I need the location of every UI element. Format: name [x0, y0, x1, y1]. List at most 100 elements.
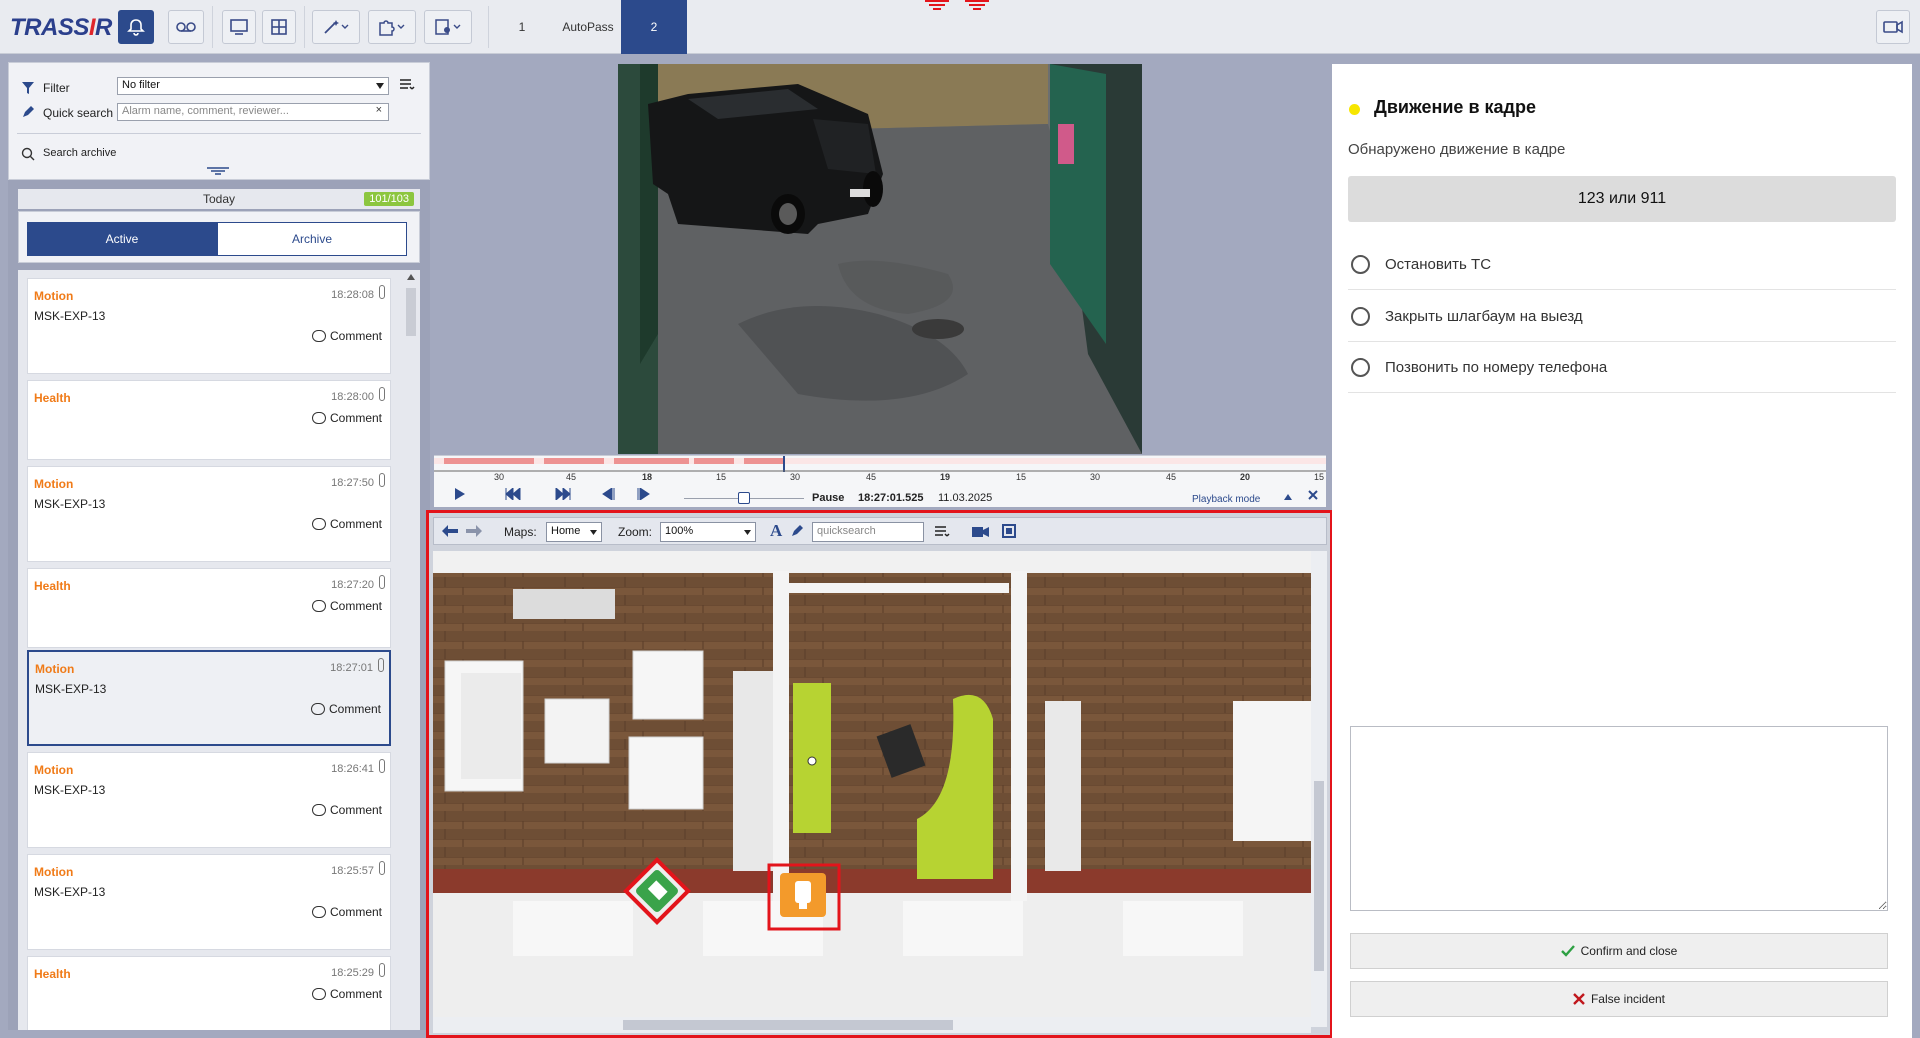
comment-bubble-icon: [311, 988, 326, 1000]
comment-button[interactable]: Comment: [311, 411, 382, 425]
check-icon: [1560, 945, 1575, 957]
alarm-list-scrollbar[interactable]: [402, 270, 420, 1030]
alarm-item[interactable]: Health 18:27:20 Comment: [27, 568, 391, 648]
fit-view-icon[interactable]: [1002, 524, 1016, 538]
paperclip-icon: [379, 759, 385, 773]
video-camera-icon[interactable]: [972, 526, 990, 538]
maps-label: Maps:: [504, 525, 537, 539]
frame-forward-icon[interactable]: [636, 488, 652, 500]
floor-plan-map[interactable]: [433, 551, 1311, 1027]
alarm-item[interactable]: Health 18:28:00 Comment: [27, 380, 391, 460]
floor-plan: [433, 551, 1311, 1027]
alarm-indicator-icon: [925, 0, 949, 10]
scroll-up-icon[interactable]: [407, 274, 415, 280]
option-call-phone[interactable]: Позвонить по номеру телефона: [1348, 342, 1896, 393]
map-search-input[interactable]: quicksearch: [812, 522, 924, 542]
magic-wand-dropdown[interactable]: [312, 10, 360, 44]
back-arrow-icon[interactable]: [442, 525, 458, 537]
comment-button[interactable]: Comment: [311, 803, 382, 817]
radio-icon[interactable]: [1351, 357, 1370, 377]
alarm-time: 18:25:57: [331, 865, 374, 877]
alarm-item[interactable]: Motion 18:27:50 MSK-EXP-13 Comment: [27, 466, 391, 562]
filter-select[interactable]: No filter: [117, 77, 389, 95]
filter-label: Filter: [43, 81, 70, 95]
comment-button[interactable]: Comment: [311, 517, 382, 531]
tab-2[interactable]: 2: [621, 0, 687, 54]
alarm-object: MSK-EXP-13: [34, 497, 106, 511]
timeline-ruler[interactable]: [434, 456, 1326, 472]
comment-button[interactable]: Comment: [311, 329, 382, 343]
tab-active[interactable]: Active: [27, 222, 217, 256]
incident-comment-field[interactable]: [1350, 726, 1888, 911]
filter-box: Filter No filter Quick search Alarm name…: [8, 62, 430, 180]
comment-bubble-icon: [311, 330, 326, 342]
screen-icon: [230, 19, 248, 35]
tab-autopass[interactable]: AutoPass: [556, 0, 620, 54]
forward-arrow-icon[interactable]: [466, 525, 482, 537]
voicemail-icon: [176, 22, 196, 32]
comment-button[interactable]: Comment: [311, 599, 382, 613]
paperclip-icon: [378, 658, 384, 672]
skip-back-icon[interactable]: [504, 488, 522, 500]
top-toolbar: TRASSIR 1 AutoPass 2: [0, 0, 1920, 54]
camera-view-button[interactable]: [1876, 10, 1910, 44]
voicemail-button[interactable]: [168, 10, 204, 44]
settings-dropdown[interactable]: [424, 10, 472, 44]
alarm-item[interactable]: Motion 18:28:08 MSK-EXP-13 Comment: [27, 278, 391, 374]
search-archive-link[interactable]: Search archive: [43, 147, 116, 159]
map-vertical-scrollbar[interactable]: [1311, 551, 1327, 1027]
phone-button[interactable]: 123 или 911: [1348, 176, 1896, 222]
clear-icon[interactable]: ×: [376, 104, 382, 116]
plugin-dropdown[interactable]: [368, 10, 416, 44]
text-tool-icon[interactable]: A: [770, 521, 782, 541]
playback-mode-toggle[interactable]: Playback mode: [1192, 494, 1260, 505]
radio-icon[interactable]: [1351, 306, 1370, 326]
option-stop-vehicle[interactable]: Остановить ТС: [1348, 239, 1896, 290]
alarm-item[interactable]: Motion 18:26:41 MSK-EXP-13 Comment: [27, 752, 391, 848]
comment-button[interactable]: Comment: [311, 987, 382, 1001]
alarm-panel: Filter No filter Quick search Alarm name…: [8, 62, 430, 1030]
skip-forward-icon[interactable]: [554, 488, 572, 500]
radio-icon[interactable]: [1351, 254, 1370, 274]
map-horizontal-scrollbar[interactable]: [433, 1017, 1311, 1033]
alarm-type: Health: [34, 967, 71, 981]
comment-button[interactable]: Comment: [311, 905, 382, 919]
frame-back-icon[interactable]: [600, 488, 616, 500]
alarm-item[interactable]: Health 18:25:29 Comment: [27, 956, 391, 1030]
zoom-select[interactable]: 100%: [660, 522, 756, 542]
comment-label: Comment: [329, 905, 382, 919]
alarm-item[interactable]: Motion 18:27:01 MSK-EXP-13 Comment: [27, 650, 391, 746]
alarm-type: Health: [34, 391, 71, 405]
paperclip-icon: [379, 473, 385, 487]
playback-timeline[interactable]: 30 45 18 15 30 45 19 15 30 45 20 15 Paus…: [434, 455, 1326, 507]
list-options-icon[interactable]: [934, 524, 950, 540]
maps-select[interactable]: Home: [546, 522, 602, 542]
collapse-handle-icon[interactable]: [207, 167, 229, 175]
comment-label: Comment: [329, 517, 382, 531]
camera-video[interactable]: [618, 64, 1142, 454]
alarm-object: MSK-EXP-13: [34, 309, 106, 323]
tab-1[interactable]: 1: [496, 0, 548, 54]
pen-icon[interactable]: [790, 524, 804, 538]
tab-archive[interactable]: Archive: [217, 222, 407, 256]
list-options-icon[interactable]: [399, 77, 415, 93]
comment-button[interactable]: Comment: [310, 702, 381, 716]
incident-subtitle: Обнаружено движение в кадре: [1348, 141, 1566, 158]
alarm-count-badge: 101/103: [364, 192, 414, 206]
close-icon[interactable]: [1308, 490, 1318, 500]
day-header: Today 101/103: [18, 189, 420, 209]
option-close-barrier[interactable]: Закрыть шлагбаум на выезд: [1348, 291, 1896, 342]
false-incident-button[interactable]: False incident: [1350, 981, 1888, 1017]
play-icon[interactable]: [454, 488, 466, 500]
alarm-tabs: Active Archive: [18, 211, 420, 263]
alarm-indicator-icon: [965, 0, 989, 10]
quick-search-input[interactable]: Alarm name, comment, reviewer... ×: [117, 103, 389, 121]
alarm-item[interactable]: Motion 18:25:57 MSK-EXP-13 Comment: [27, 854, 391, 950]
speed-slider-handle[interactable]: [738, 492, 750, 504]
alarms-bell-button[interactable]: [118, 10, 154, 44]
screen-button[interactable]: [222, 10, 256, 44]
layout-button[interactable]: [262, 10, 296, 44]
chevron-up-icon[interactable]: [1284, 494, 1292, 500]
confirm-close-button[interactable]: Confirm and close: [1350, 933, 1888, 969]
alarm-time: 18:27:20: [331, 579, 374, 591]
